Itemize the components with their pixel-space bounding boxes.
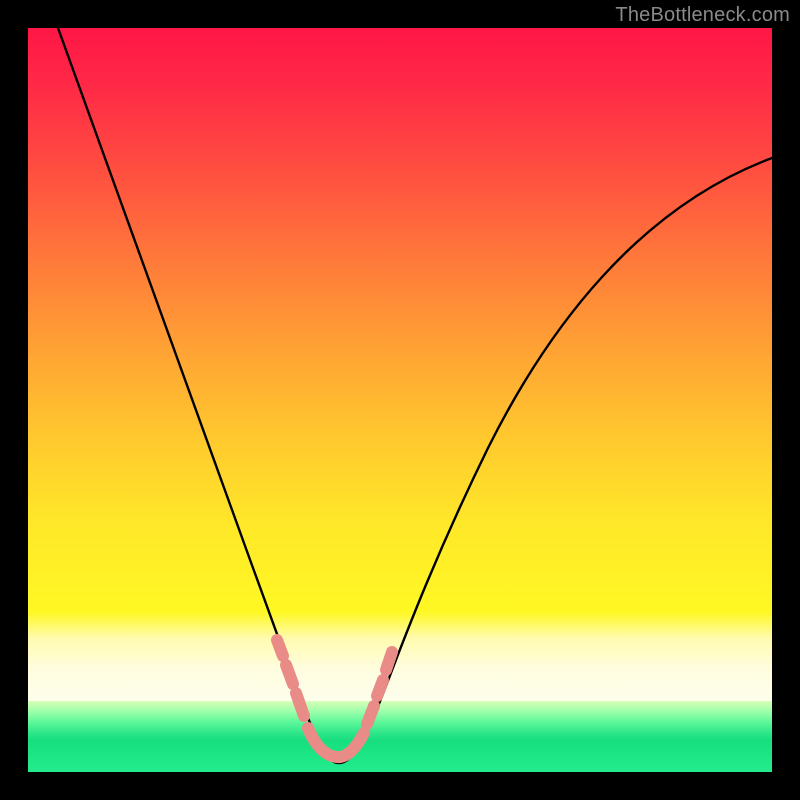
curve-layer bbox=[28, 28, 772, 772]
highlight-dip bbox=[277, 640, 392, 757]
bottleneck-curve bbox=[58, 28, 772, 763]
plot-area bbox=[28, 28, 772, 772]
watermark: TheBottleneck.com bbox=[615, 4, 790, 27]
chart-frame: TheBottleneck.com bbox=[0, 0, 800, 800]
